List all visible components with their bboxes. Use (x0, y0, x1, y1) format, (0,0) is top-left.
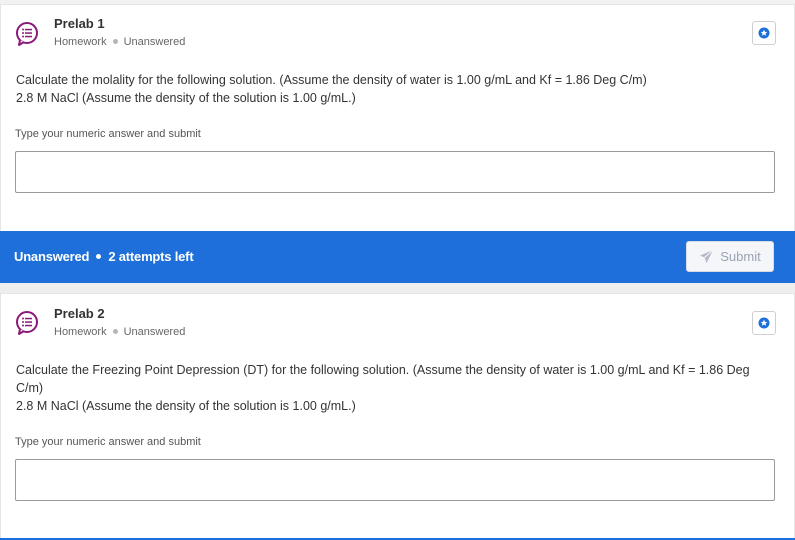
favorite-button[interactable] (752, 21, 776, 45)
answer-status-bar: Unanswered 2 attempts left Submit (0, 231, 795, 283)
question-category: Homework (54, 36, 107, 48)
status-label: Unanswered (14, 249, 90, 264)
question-text-line: 2.8 M NaCl (Assume the density of the so… (16, 399, 356, 413)
star-badge-icon (758, 27, 770, 39)
question-title: Prelab 2 (54, 306, 105, 321)
attempts-left: 2 attempts left (108, 249, 194, 264)
question-status: Unanswered (123, 326, 186, 338)
submit-button[interactable]: Submit (686, 241, 774, 272)
numeric-answer-input[interactable] (15, 459, 775, 501)
question-list-icon (16, 22, 38, 46)
question-card-2: Prelab 2 Homework Unanswered Calculate th… (0, 293, 795, 540)
attempt-status: Unanswered 2 attempts left (14, 249, 194, 264)
paper-plane-icon (700, 249, 714, 264)
separator-dot (96, 254, 102, 260)
question-meta: Homework Unanswered (54, 326, 185, 338)
answer-label: Type your numeric answer and submit (15, 436, 201, 448)
question-text-line: Calculate the Freezing Point Depression … (16, 363, 750, 395)
question-category: Homework (54, 326, 107, 338)
question-card-1: Prelab 1 Homework Unanswered Calculate th… (0, 4, 795, 231)
question-text-line: 2.8 M NaCl (Assume the density of the so… (16, 91, 356, 105)
separator-dot (112, 328, 118, 334)
star-badge-icon (758, 317, 770, 329)
favorite-button[interactable] (752, 311, 776, 335)
question-meta: Homework Unanswered (54, 36, 185, 48)
question-text-line: Calculate the molality for the following… (16, 73, 647, 87)
submit-label: Submit (720, 249, 761, 264)
question-list-icon (16, 311, 38, 335)
separator-dot (112, 38, 118, 44)
numeric-answer-input[interactable] (15, 151, 775, 193)
question-status: Unanswered (123, 36, 186, 48)
card-separator (0, 283, 795, 293)
question-title: Prelab 1 (54, 16, 105, 31)
question-text: Calculate the molality for the following… (16, 71, 766, 107)
answer-label: Type your numeric answer and submit (15, 128, 201, 140)
question-text: Calculate the Freezing Point Depression … (16, 361, 756, 415)
